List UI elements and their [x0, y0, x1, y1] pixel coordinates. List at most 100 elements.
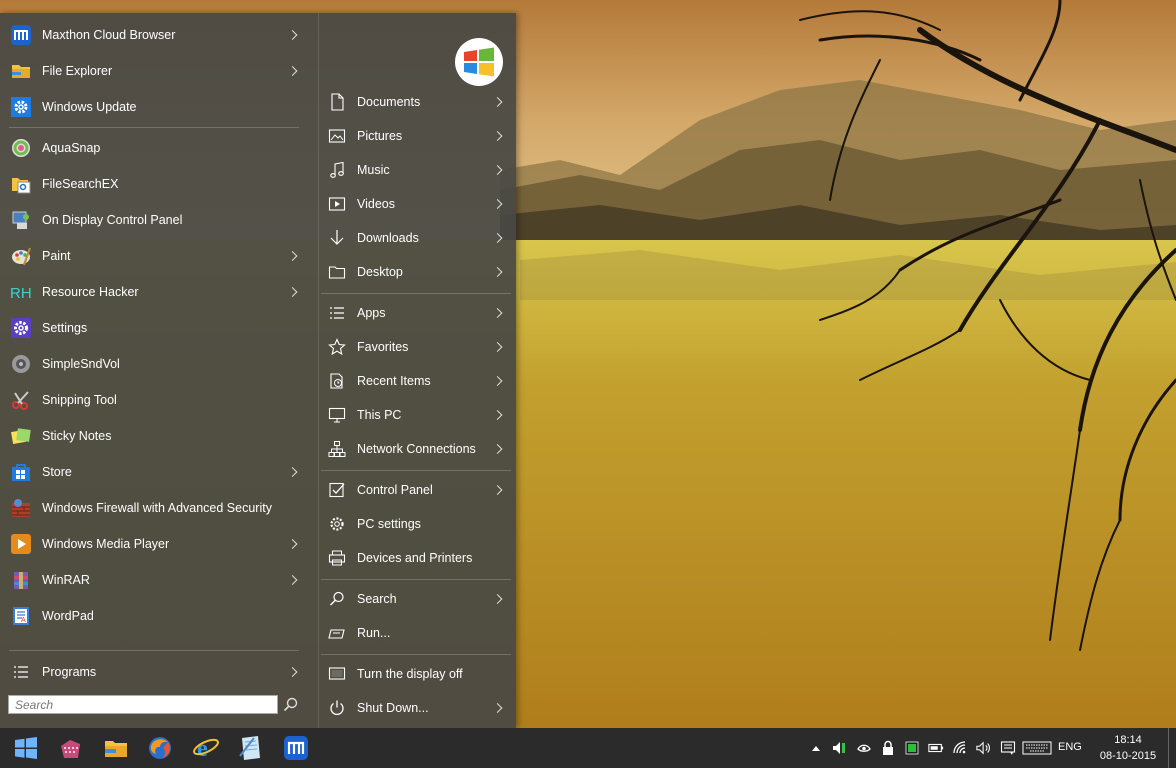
program-filesearchex[interactable]: FileSearchEX [0, 166, 310, 202]
search-placeholder: Search [15, 697, 54, 712]
start-button[interactable] [6, 731, 46, 765]
program-winrar[interactable]: WinRAR [0, 562, 310, 598]
program-sticky-notes[interactable]: Sticky Notes [0, 418, 310, 454]
place-label: Devices and Printers [357, 551, 473, 565]
program-windows-media-player[interactable]: Windows Media Player [0, 526, 310, 562]
desktop-folder-icon [328, 263, 346, 281]
show-hidden-icons-icon[interactable] [808, 740, 824, 756]
display-off-icon [328, 665, 346, 683]
taskbar-maxthon[interactable] [276, 731, 316, 765]
place-pc-settings[interactable]: PC settings [319, 507, 513, 541]
speaker-volume-icon[interactable] [976, 740, 992, 756]
chevron-right-icon [287, 287, 298, 297]
shut-down-button[interactable]: Shut Down... [319, 691, 513, 725]
place-devices-and-printers[interactable]: Devices and Printers [319, 541, 513, 575]
place-favorites[interactable]: Favorites [319, 330, 513, 364]
list-icon [9, 660, 33, 684]
program-windows-firewall[interactable]: Windows Firewall with Advanced Security [0, 490, 310, 526]
place-documents[interactable]: Documents [319, 85, 513, 119]
windows-logo-icon [15, 737, 37, 759]
chevron-right-icon [492, 410, 503, 420]
program-on-display-control-panel[interactable]: On Display Control Panel [0, 202, 310, 238]
aquasnap-tray-icon[interactable] [856, 740, 872, 756]
chevron-right-icon [492, 233, 503, 243]
filesearch-icon [9, 172, 33, 196]
system-clock[interactable]: 18:14 08-10-2015 [1090, 732, 1166, 764]
wifi-icon[interactable] [952, 740, 968, 756]
store-icon [9, 460, 33, 484]
place-music[interactable]: Music [319, 153, 513, 187]
internet-explorer-icon: e [193, 736, 219, 762]
action-center-icon[interactable] [1000, 740, 1016, 756]
all-programs-button[interactable]: Programs [0, 654, 310, 690]
taskbar-notepad[interactable] [230, 731, 270, 765]
program-label: Maxthon Cloud Browser [42, 28, 176, 42]
start-menu-places-column: Documents Pictures Music Videos Download… [318, 13, 517, 728]
program-label: FileSearchEX [42, 177, 119, 191]
lock-icon[interactable] [880, 740, 896, 756]
place-desktop[interactable]: Desktop [319, 255, 513, 289]
svg-text:A: A [21, 617, 26, 624]
volume-mixer-icon[interactable] [832, 740, 848, 756]
firewall-icon [9, 496, 33, 520]
place-control-panel[interactable]: Control Panel [319, 473, 513, 507]
place-label: Desktop [357, 265, 403, 279]
program-simplesndvol[interactable]: SimpleSndVol [0, 346, 310, 382]
program-file-explorer[interactable]: File Explorer [0, 53, 310, 89]
pc-icon [328, 406, 346, 424]
place-label: Documents [357, 95, 421, 109]
turn-display-off-button[interactable]: Turn the display off [319, 657, 513, 691]
taskbar-internet-explorer[interactable]: e [186, 731, 226, 765]
chevron-right-icon [492, 199, 503, 209]
place-downloads[interactable]: Downloads [319, 221, 513, 255]
magnifier-icon [328, 590, 346, 608]
program-maxthon-cloud-browser[interactable]: Maxthon Cloud Browser [0, 17, 310, 53]
clock-date: 08-10-2015 [1099, 750, 1157, 762]
program-label: Store [42, 465, 72, 479]
taskbar-file-explorer[interactable] [96, 731, 136, 765]
input-language-indicator[interactable]: ENG [1058, 741, 1082, 753]
green-status-icon[interactable] [904, 740, 920, 756]
start-search-input[interactable]: Search [8, 695, 278, 714]
program-store[interactable]: Store [0, 454, 310, 490]
place-apps[interactable]: Apps [319, 296, 513, 330]
user-avatar[interactable] [455, 38, 503, 86]
battery-icon[interactable] [928, 740, 944, 756]
wordpad-icon: A [9, 604, 33, 628]
chevron-right-icon [492, 485, 503, 495]
chevron-right-icon [492, 376, 503, 386]
place-videos[interactable]: Videos [319, 187, 513, 221]
chevron-right-icon [492, 267, 503, 277]
browser-globe-icon [149, 737, 171, 759]
chevron-right-icon [492, 342, 503, 352]
place-this-pc[interactable]: This PC [319, 398, 513, 432]
program-label: On Display Control Panel [42, 213, 183, 227]
chevron-right-icon [287, 66, 298, 76]
search-icon[interactable] [282, 696, 300, 714]
place-network-connections[interactable]: Network Connections [319, 432, 513, 466]
taskbar-firefox[interactable] [140, 731, 180, 765]
program-aquasnap[interactable]: AquaSnap [0, 130, 310, 166]
program-label: Resource Hacker [42, 285, 139, 299]
chevron-right-icon [287, 575, 298, 585]
show-desktop-button[interactable] [1168, 728, 1169, 768]
aquasnap-icon [9, 136, 33, 160]
taskbar-winrar[interactable] [50, 731, 90, 765]
touch-keyboard-icon[interactable] [1022, 740, 1052, 756]
place-run[interactable]: Run... [319, 616, 513, 650]
program-label: File Explorer [42, 64, 113, 78]
program-resource-hacker[interactable]: RH Resource Hacker [0, 274, 310, 310]
place-search[interactable]: Search [319, 582, 513, 616]
media-player-icon [9, 532, 33, 556]
display-panel-icon [9, 208, 33, 232]
place-pictures[interactable]: Pictures [319, 119, 513, 153]
program-paint[interactable]: Paint [0, 238, 310, 274]
chevron-right-icon [287, 539, 298, 549]
program-settings[interactable]: Settings [0, 310, 310, 346]
folder-icon [9, 59, 33, 83]
program-wordpad[interactable]: A WordPad [0, 598, 310, 634]
program-snipping-tool[interactable]: Snipping Tool [0, 382, 310, 418]
all-programs-label: Programs [42, 665, 97, 679]
place-recent-items[interactable]: Recent Items [319, 364, 513, 398]
program-windows-update[interactable]: Windows Update [0, 89, 310, 125]
